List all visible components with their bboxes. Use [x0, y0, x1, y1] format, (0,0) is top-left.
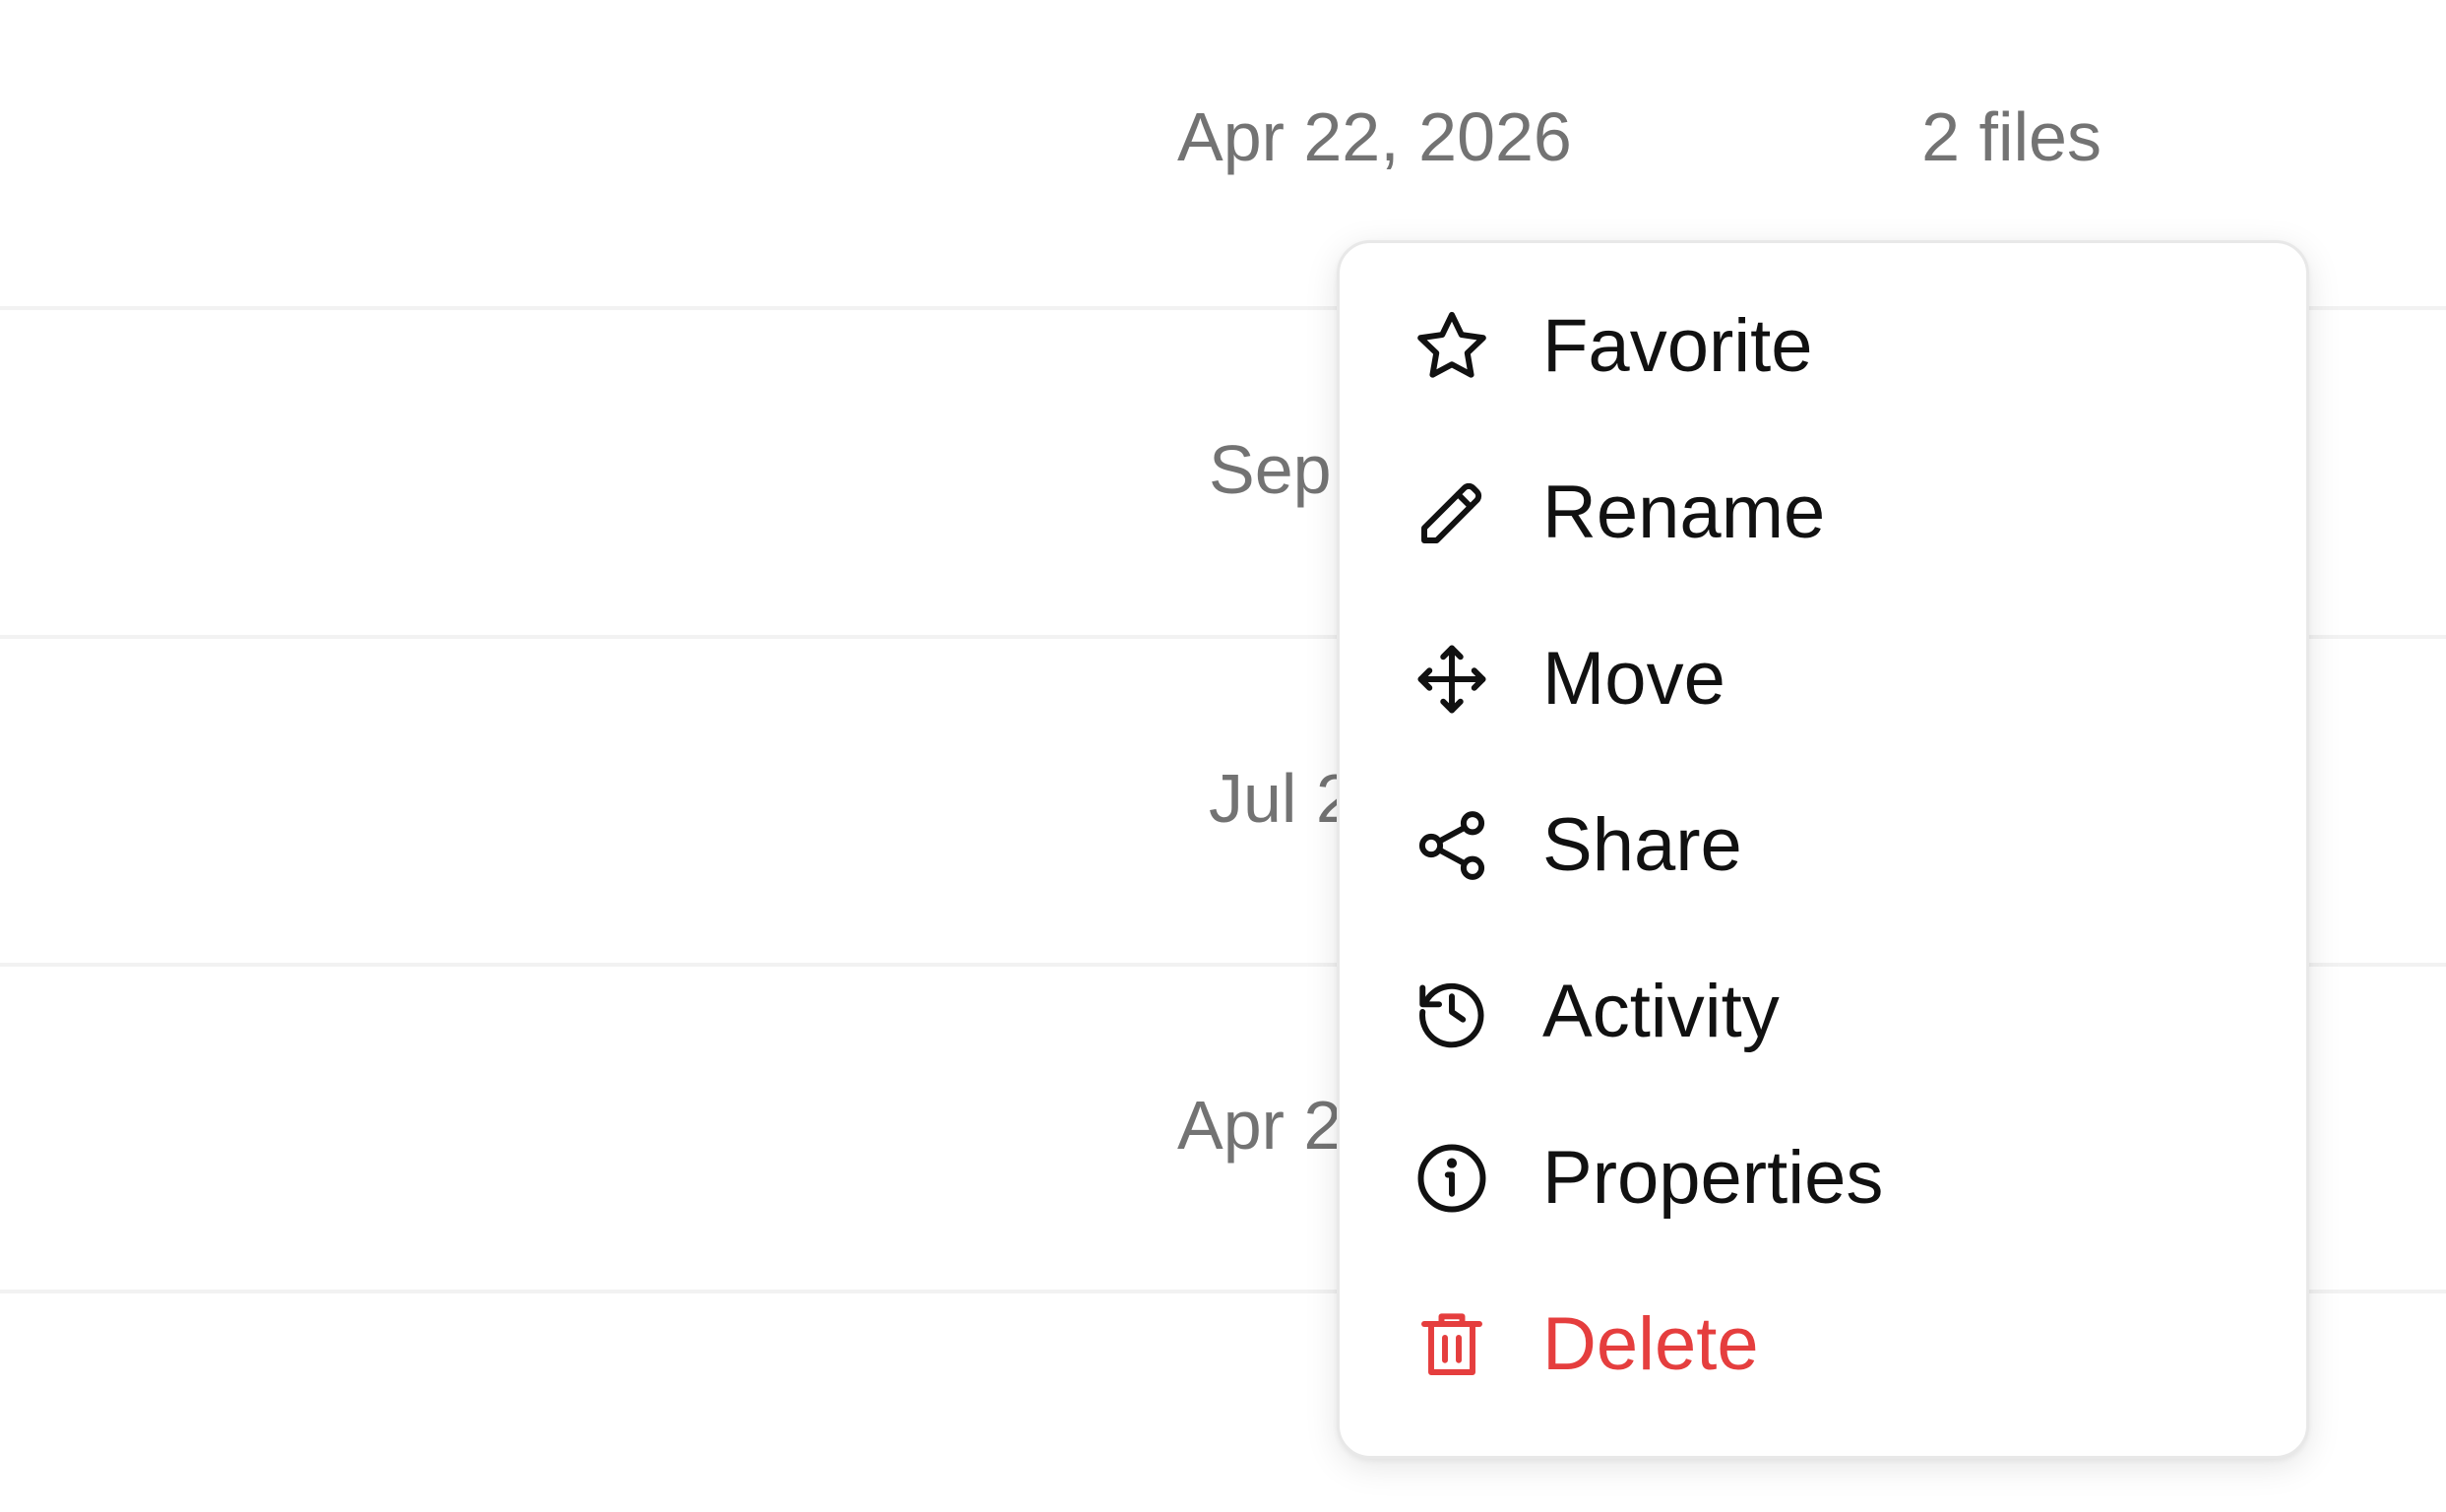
menu-item-properties[interactable]: Properties	[1340, 1095, 2306, 1261]
menu-item-label: Share	[1542, 802, 1742, 887]
row-file-count: 2 files	[1921, 98, 2101, 175]
menu-item-activity[interactable]: Activity	[1340, 928, 2306, 1095]
pencil-icon	[1411, 472, 1493, 554]
trash-icon	[1411, 1303, 1493, 1386]
row-date: Sep	[1209, 431, 1332, 508]
file-list-view: Apr 22, 2026 2 files Sep Jul 2 Apr 2 Fav…	[0, 0, 2446, 1512]
menu-item-move[interactable]: Move	[1340, 596, 2306, 762]
row-date: Jul 2	[1209, 760, 1354, 837]
menu-item-favorite[interactable]: Favorite	[1340, 263, 2306, 429]
menu-item-label: Properties	[1542, 1135, 1884, 1220]
menu-item-share[interactable]: Share	[1340, 762, 2306, 928]
info-icon	[1411, 1137, 1493, 1220]
menu-item-label: Move	[1542, 636, 1725, 721]
menu-item-delete[interactable]: Delete	[1340, 1261, 2306, 1427]
menu-item-label: Rename	[1542, 470, 1826, 554]
history-icon	[1411, 971, 1493, 1053]
menu-item-label: Delete	[1542, 1301, 1759, 1386]
menu-item-label: Activity	[1542, 969, 1780, 1053]
row-date: Apr 22, 2026	[1177, 98, 1572, 175]
star-icon	[1411, 305, 1493, 388]
move-arrows-icon	[1411, 638, 1493, 721]
share-icon	[1411, 804, 1493, 887]
context-menu: Favorite Rename Move Share Activity Prop…	[1337, 240, 2309, 1459]
menu-item-rename[interactable]: Rename	[1340, 429, 2306, 596]
menu-item-label: Favorite	[1542, 303, 1813, 388]
row-date: Apr 2	[1177, 1087, 1343, 1164]
